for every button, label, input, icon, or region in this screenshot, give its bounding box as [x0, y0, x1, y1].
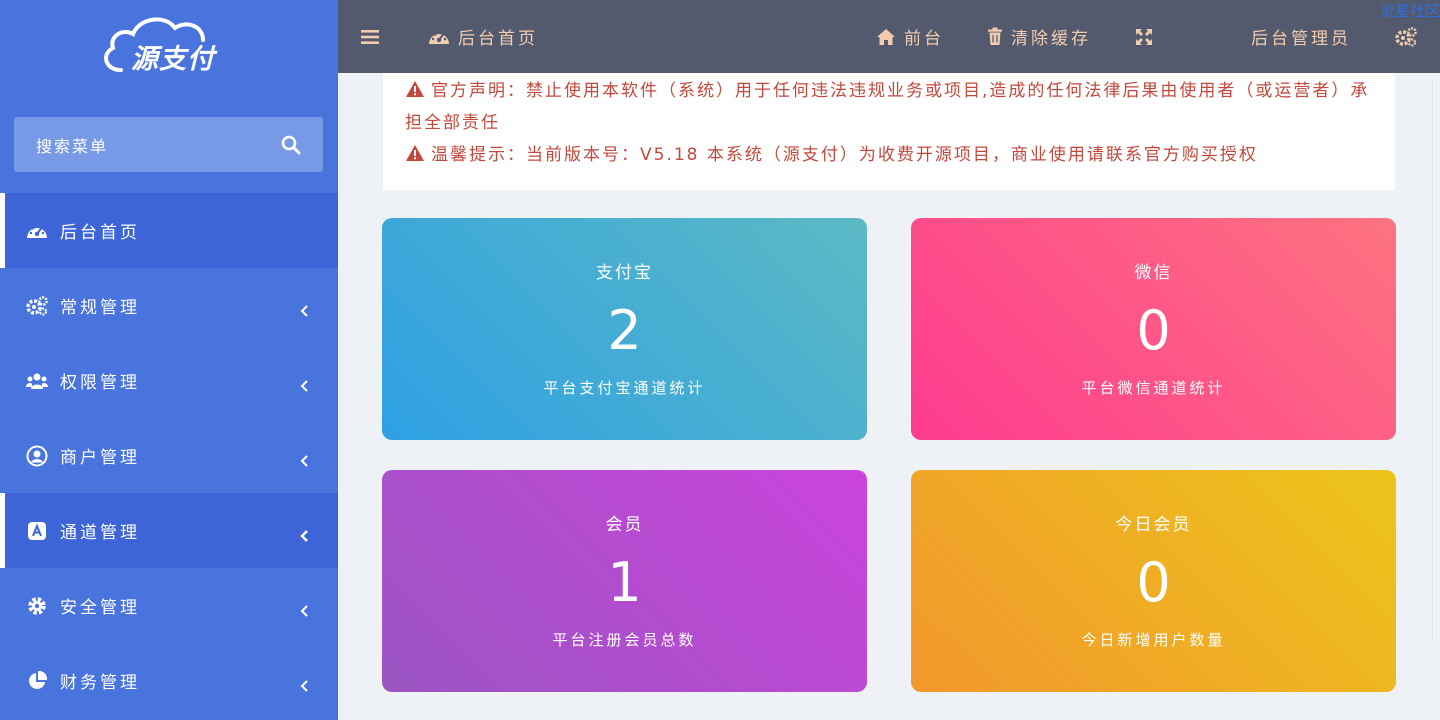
notice-panel: 官方声明：禁止使用本软件（系统）用于任何违法违规业务或项目,造成的任何法律后果由…	[383, 73, 1395, 190]
stat-card-subtitle: 平台注册会员总数	[552, 631, 697, 649]
gear-icon	[26, 595, 48, 617]
sidebar-item-permissions[interactable]: 权限管理	[0, 343, 338, 418]
sidebar-item-general[interactable]: 常规管理	[0, 268, 338, 343]
chevron-left-icon	[300, 379, 308, 392]
watermark-text: 流星社区	[1379, 2, 1440, 20]
cogs-icon	[1395, 26, 1417, 47]
cogs-icon	[26, 295, 48, 317]
app-store-icon	[26, 520, 48, 542]
warning-icon	[406, 81, 424, 97]
notice-line-disclaimer: 官方声明：禁止使用本软件（系统）用于任何违法违规业务或项目,造成的任何法律后果由…	[405, 75, 1371, 139]
dashboard-icon	[429, 30, 449, 44]
user-circle-icon	[26, 445, 48, 467]
sidebar-item-label: 权限管理	[60, 373, 140, 393]
sidebar-item-merchants[interactable]: 商户管理	[0, 418, 338, 493]
menu-search-box[interactable]: 搜索菜单	[14, 117, 323, 172]
stat-card-subtitle: 平台微信通道统计	[1081, 379, 1226, 397]
dashboard-icon	[26, 220, 48, 242]
users-icon	[26, 370, 48, 392]
admin-name: 后台管理员	[1251, 29, 1351, 49]
expand-icon	[1136, 28, 1152, 45]
bars-icon	[361, 29, 379, 44]
chevron-left-icon	[300, 529, 308, 542]
notice-line-version: 温馨提示：当前版本号：V5.18 本系统（源支付）为收费开源项目，商业使用请联系…	[405, 139, 1371, 171]
stat-card-value: 0	[1136, 299, 1171, 362]
stat-card-wechat[interactable]: 微信 0 平台微信通道统计	[911, 218, 1396, 440]
brand-logo-text: 源支付	[131, 44, 215, 75]
stat-card-title: 支付宝	[596, 263, 653, 283]
stat-card-subtitle: 今日新增用户数量	[1081, 631, 1226, 649]
brand-logo[interactable]: 源支付	[99, 10, 239, 80]
notice-version-text: 温馨提示：当前版本号：V5.18 本系统（源支付）为收费开源项目，商业使用请联系…	[431, 145, 1258, 165]
clear-cache-label: 清除缓存	[1011, 29, 1091, 49]
logo-area[interactable]: 源支付	[0, 0, 338, 90]
fullscreen-button[interactable]	[1134, 0, 1162, 73]
stat-card-value: 2	[607, 299, 642, 362]
stat-card-alipay[interactable]: 支付宝 2 平台支付宝通道统计	[382, 218, 867, 440]
stat-card-today-members[interactable]: 今日会员 0 今日新增用户数量	[911, 470, 1396, 692]
tab-dashboard[interactable]: 后台首页	[428, 0, 538, 73]
sidebar-item-label: 通道管理	[60, 523, 140, 543]
chevron-left-icon	[300, 679, 308, 692]
sidebar-item-finance[interactable]: 财务管理	[0, 643, 338, 718]
frontend-link[interactable]: 前台	[876, 0, 944, 73]
chevron-left-icon	[300, 604, 308, 617]
sidebar: 源支付 搜索菜单 后台首页 常规管理 权限管理 商户管理 通道管理 安全管理 财…	[0, 0, 338, 720]
trash-icon	[988, 27, 1002, 45]
sidebar-item-label: 财务管理	[60, 673, 140, 693]
notice-disclaimer-text: 官方声明：禁止使用本软件（系统）用于任何违法违规业务或项目,造成的任何法律后果由…	[405, 81, 1370, 133]
admin-user-menu[interactable]: 后台管理员	[1251, 0, 1351, 73]
frontend-link-label: 前台	[904, 29, 944, 49]
home-icon	[877, 28, 895, 45]
chevron-left-icon	[300, 304, 308, 317]
stat-card-members[interactable]: 会员 1 平台注册会员总数	[382, 470, 867, 692]
top-navbar: 后台首页 前台 清除缓存 后台管理员 流星社区	[338, 0, 1440, 73]
warning-icon	[406, 145, 424, 161]
stat-card-title: 今日会员	[1115, 515, 1192, 535]
chevron-left-icon	[300, 454, 308, 467]
menu-search-input[interactable]: 搜索菜单	[36, 133, 281, 157]
stat-card-title: 会员	[605, 515, 644, 535]
sidebar-item-label: 商户管理	[60, 448, 140, 468]
sidebar-item-channels[interactable]: 通道管理	[0, 493, 338, 568]
sidebar-item-label: 后台首页	[60, 223, 140, 243]
pie-chart-icon	[26, 670, 48, 692]
search-icon[interactable]	[281, 135, 301, 155]
sidebar-menu: 后台首页 常规管理 权限管理 商户管理 通道管理 安全管理 财务管理	[0, 193, 338, 718]
stat-card-title: 微信	[1134, 263, 1173, 283]
sidebar-item-label: 常规管理	[60, 298, 140, 318]
sidebar-item-security[interactable]: 安全管理	[0, 568, 338, 643]
sidebar-item-dashboard[interactable]: 后台首页	[0, 193, 338, 268]
stat-card-value: 0	[1136, 551, 1171, 614]
sidebar-toggle-button[interactable]	[360, 0, 388, 73]
stat-card-subtitle: 平台支付宝通道统计	[543, 379, 706, 397]
clear-cache-button[interactable]: 清除缓存	[987, 0, 1091, 73]
stat-card-value: 1	[607, 551, 642, 614]
scrollbar-track[interactable]	[1432, 80, 1440, 640]
sidebar-item-label: 安全管理	[60, 598, 140, 618]
tab-dashboard-label: 后台首页	[458, 29, 538, 49]
